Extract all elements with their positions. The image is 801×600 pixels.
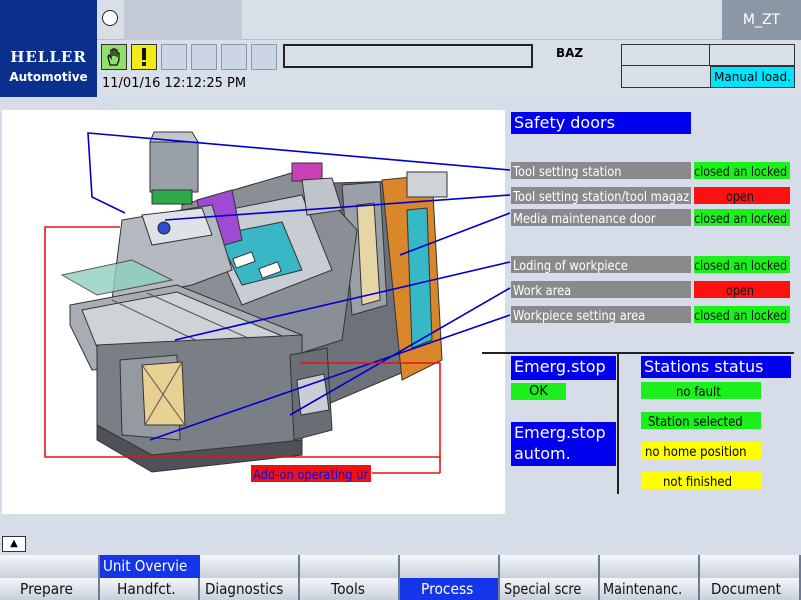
status-slot-5 xyxy=(221,44,247,70)
emergency-stop-title: Emerg.stop xyxy=(511,356,616,380)
door-label-text: Work area xyxy=(513,284,572,298)
station-status-no-fault: no fault xyxy=(641,382,761,399)
softkey-unit-overview[interactable]: Unit Overvie xyxy=(100,555,200,578)
mode-indicator-icon xyxy=(102,10,118,26)
door-label-tool-magazine: Tool setting station/tool magaz xyxy=(511,187,691,204)
door-label-media-maintenance: Media maintenance door xyxy=(511,209,691,226)
door-status-loading-workpiece: closed an locked xyxy=(694,256,790,273)
softkey-label: Handfct. xyxy=(117,580,176,598)
softkey-special-screen[interactable]: Special scre xyxy=(500,578,600,600)
station-status-selected: Station selected xyxy=(641,412,761,429)
softkey-ext-4[interactable] xyxy=(300,555,400,578)
machine-mode-label: BAZ xyxy=(556,46,584,60)
machine-illustration xyxy=(60,131,448,473)
brand-name: HELLER xyxy=(10,48,87,66)
station-status-no-home: no home position xyxy=(641,442,761,459)
brand-sub: Automotive xyxy=(9,70,88,84)
softkey-ext-8[interactable] xyxy=(700,555,801,578)
station-status-text: not finished xyxy=(662,475,732,489)
softkey-process[interactable]: Process xyxy=(400,578,500,600)
emergency-stop-auto-title: Emerg.stop autom. xyxy=(511,422,616,466)
grid-divider xyxy=(709,44,710,66)
station-status-not-finished: not finished xyxy=(641,472,761,489)
addon-operating-unit-label: Add-on operating ur xyxy=(251,465,371,482)
door-status-tool-magazine: open xyxy=(694,187,790,204)
softkey-ext-1[interactable] xyxy=(0,555,100,578)
softkey-diagnostics[interactable]: Diagnostics xyxy=(200,578,300,600)
status-slot-6 xyxy=(251,44,277,70)
alarm-message-field[interactable] xyxy=(283,44,533,68)
recall-up-icon[interactable]: ▲ xyxy=(2,536,26,552)
door-label-text: Tool setting station xyxy=(513,165,622,179)
door-label-workpiece-setting-area: Workpiece setting area xyxy=(511,306,691,323)
softkey-label: Process xyxy=(420,580,473,598)
door-label-text: Loding of workpiece xyxy=(513,259,628,273)
door-label-work-area: Work area xyxy=(511,281,691,298)
softkey-label: Diagnostics xyxy=(205,580,284,598)
status-slot-4 xyxy=(191,44,217,70)
softkey-maintenance[interactable]: Maintenanc. xyxy=(600,578,700,600)
door-label-loading-workpiece: Loding of workpiece xyxy=(511,256,691,273)
operating-mode-badge: Manual load. xyxy=(710,66,795,88)
date-time: 11/01/16 12:12:25 PM xyxy=(102,76,247,91)
stations-status-title: Stations status xyxy=(641,356,791,378)
header-blank-tab[interactable] xyxy=(124,0,242,40)
softkey-label: Prepare xyxy=(20,580,74,598)
softkey-handfct[interactable]: Handfct. xyxy=(100,578,200,600)
door-status-text: closed an locked xyxy=(694,309,788,323)
softkey-ext-6[interactable] xyxy=(500,555,600,578)
door-status-text: closed an locked xyxy=(694,212,788,226)
softkey-tools[interactable]: Tools xyxy=(300,578,400,600)
channel-name[interactable]: M_ZT xyxy=(722,0,801,40)
door-label-tool-setting-station: Tool setting station xyxy=(511,162,691,179)
door-status-media-maintenance: closed an locked xyxy=(694,209,790,226)
section-divider-vertical xyxy=(617,354,619,494)
warning-exclamation-icon xyxy=(131,44,157,70)
door-label-text: Media maintenance door xyxy=(513,212,656,226)
door-status-text: open xyxy=(725,190,754,204)
station-status-text: no home position xyxy=(644,445,747,459)
addon-label-text: Add-on operating ur xyxy=(253,468,369,482)
door-status-work-area: open xyxy=(694,281,790,298)
softkey-label: Unit Overvie xyxy=(103,557,188,575)
station-status-text: Station selected xyxy=(648,415,744,429)
door-status-workpiece-setting-area: closed an locked xyxy=(694,306,790,323)
softkey-ext-5[interactable] xyxy=(400,555,500,578)
door-status-text: closed an locked xyxy=(694,165,788,179)
softkey-label: Maintenanc. xyxy=(602,580,683,598)
softkey-label: Tools xyxy=(330,580,365,598)
softkey-prepare[interactable]: Prepare xyxy=(0,578,100,600)
emergency-stop-status: OK xyxy=(511,383,566,400)
softkey-ext-7[interactable] xyxy=(600,555,700,578)
door-label-text: Tool setting station/tool magaz xyxy=(513,190,690,204)
door-status-tool-setting-station: closed an locked xyxy=(694,162,790,179)
hand-stop-icon xyxy=(101,44,127,70)
door-status-text: open xyxy=(725,284,754,298)
softkey-label: Document xyxy=(710,580,781,598)
door-label-text: Workpiece setting area xyxy=(513,309,646,323)
softkey-ext-3[interactable] xyxy=(200,555,300,578)
door-status-text: closed an locked xyxy=(694,259,788,273)
safety-doors-title: Safety doors xyxy=(511,112,691,134)
softkey-label: Special scre xyxy=(504,580,582,598)
station-status-text: no fault xyxy=(676,385,721,399)
status-slot-3 xyxy=(161,44,187,70)
section-divider xyxy=(482,352,794,354)
softkey-document[interactable]: Document xyxy=(700,578,801,600)
